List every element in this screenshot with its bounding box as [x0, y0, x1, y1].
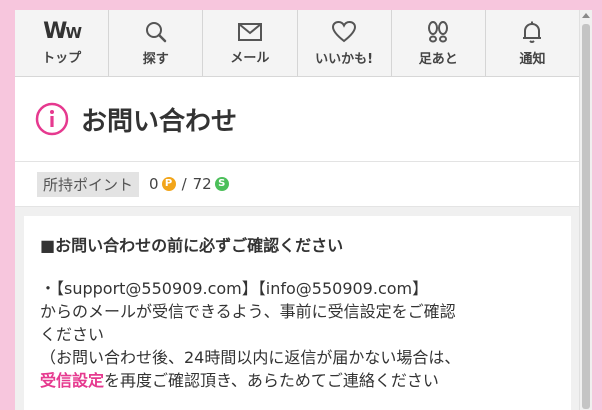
- nav-item-search[interactable]: 探す: [109, 10, 204, 76]
- notice-line: ください: [40, 325, 105, 344]
- heart-icon: [332, 20, 357, 42]
- notice-line: からのメールが受信できるよう、事前に受信設定をご確認: [40, 302, 456, 321]
- notice-line-emails: ・【support@550909.com】【info@550909.com】: [40, 279, 429, 298]
- mail-icon: [237, 22, 262, 41]
- nav-item-label: 探す: [142, 51, 169, 67]
- notice-line-rest: を再度ご確認頂き、あらためてご連絡ください: [104, 371, 439, 390]
- search-icon: [145, 21, 166, 42]
- nav-item-top[interactable]: WW トップ: [15, 10, 110, 76]
- p-points-value: 0: [149, 175, 159, 193]
- p-point-icon: P: [161, 177, 176, 191]
- scroll-up-arrow-icon[interactable]: [582, 13, 590, 18]
- nav-item-footprints[interactable]: 足あと: [392, 10, 486, 76]
- nav-item-label: いいかも!: [315, 51, 374, 67]
- nav-item-like[interactable]: いいかも!: [298, 10, 392, 76]
- nav-item-label: 足あと: [418, 51, 458, 67]
- scrollbar[interactable]: [579, 10, 592, 410]
- notice-line: 受信設定を再度ご確認頂き、あらためてご連絡ください: [40, 369, 555, 392]
- s-points-value: 72: [192, 175, 212, 193]
- main-panel: WW トップ 探す メール いいかも! 足あと 通知 お問い合わせ 所持ポイント…: [15, 10, 579, 410]
- nav-item-label: 通知: [519, 51, 546, 67]
- ww-logo-icon: WW: [43, 18, 82, 44]
- nav-item-mail[interactable]: メール: [203, 10, 298, 76]
- top-nav: WW トップ 探す メール いいかも! 足あと 通知: [15, 10, 579, 77]
- scrollbar-thumb[interactable]: [582, 24, 590, 409]
- notice-content: ■お問い合わせの前に必ずご確認ください ・【support@550909.com…: [24, 216, 571, 410]
- footprints-icon: [428, 20, 449, 42]
- receive-settings-link[interactable]: 受信設定: [40, 371, 104, 390]
- points-separator: /: [181, 175, 187, 193]
- s-point-icon: S: [214, 177, 229, 191]
- notice-heading: ■お問い合わせの前に必ずご確認ください: [40, 236, 344, 255]
- nav-item-label: トップ: [42, 50, 82, 66]
- notice-line: （お問い合わせ後、24時間以内に返信が届かない場合は、: [40, 348, 461, 367]
- nav-item-notify[interactable]: 通知: [486, 10, 579, 76]
- info-icon: [35, 102, 69, 136]
- points-label: 所持ポイント: [37, 171, 140, 197]
- nav-item-label: メール: [230, 50, 270, 66]
- points-bar: 所持ポイント 0 P / 72 S: [15, 162, 579, 207]
- bell-icon: [523, 21, 542, 43]
- page-title: お問い合わせ: [81, 106, 238, 137]
- page-header: お問い合わせ: [15, 77, 579, 162]
